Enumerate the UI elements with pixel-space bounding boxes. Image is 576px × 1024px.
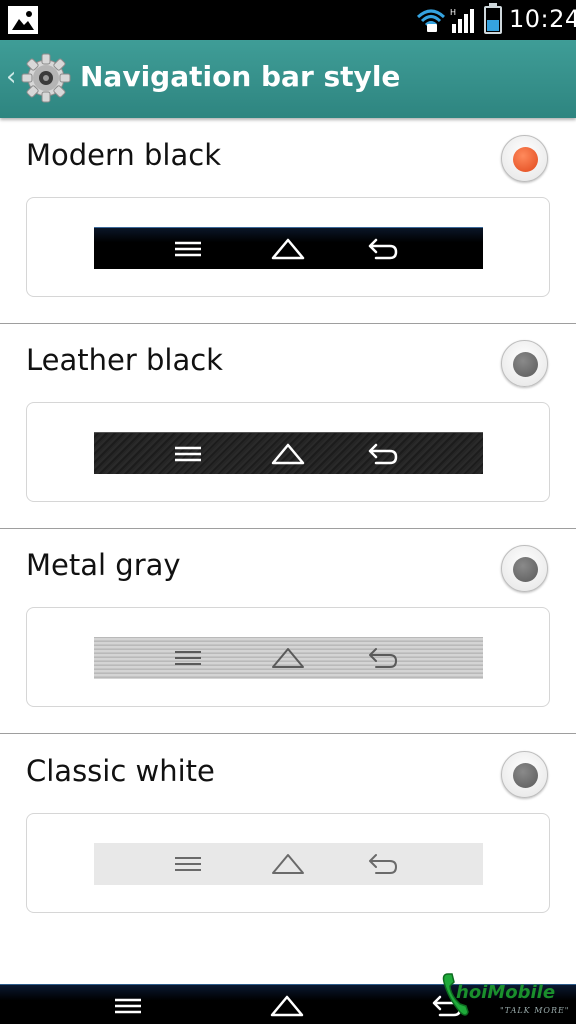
radio-button-leather-black[interactable] — [501, 340, 548, 387]
svg-text:H: H — [450, 8, 456, 17]
option-label: Modern black — [26, 138, 221, 172]
preview-leather-black[interactable] — [26, 402, 550, 502]
home-icon — [272, 854, 304, 874]
option-label: Leather black — [26, 343, 223, 377]
navbar-preview — [94, 432, 483, 474]
back-icon — [368, 443, 398, 465]
menu-icon — [175, 446, 201, 462]
radio-dot — [513, 352, 538, 377]
option-classic-white[interactable]: Classic white — [0, 734, 576, 940]
back-icon — [368, 238, 398, 260]
battery-icon — [484, 3, 502, 34]
home-icon[interactable] — [270, 993, 304, 1019]
status-bar: H 10:24 — [0, 0, 576, 40]
status-clock: 10:24 — [509, 5, 576, 33]
navbar-preview — [94, 843, 483, 885]
radio-button-classic-white[interactable] — [501, 751, 548, 798]
wifi-icon — [416, 8, 446, 36]
menu-icon — [175, 857, 201, 871]
action-bar: ‹ Navigation bar style — [0, 40, 576, 118]
option-leather-black[interactable]: Leather black — [0, 323, 576, 529]
signal-icon: H — [450, 6, 476, 38]
home-icon — [272, 648, 304, 668]
radio-button-modern-black[interactable] — [501, 135, 548, 182]
watermark-brand: hoiMobile — [456, 982, 556, 1003]
menu-icon — [175, 241, 201, 257]
radio-button-metal-gray[interactable] — [501, 545, 548, 592]
option-metal-gray[interactable]: Metal gray — [0, 528, 576, 734]
option-label: Metal gray — [26, 548, 181, 582]
gallery-notification-icon — [8, 6, 38, 34]
watermark-logo: hoiMobile "TALK MORE" — [440, 968, 576, 1024]
page-title: Navigation bar style — [80, 60, 401, 93]
preview-metal-gray[interactable] — [26, 607, 550, 707]
watermark-tagline: "TALK MORE" — [500, 1006, 570, 1015]
navbar-preview — [94, 227, 483, 269]
menu-icon[interactable] — [111, 993, 145, 1019]
settings-gear-icon[interactable] — [20, 52, 72, 104]
back-icon — [369, 854, 397, 874]
radio-dot — [513, 147, 538, 172]
radio-dot — [513, 763, 538, 788]
navbar-preview — [94, 637, 483, 679]
back-icon — [369, 648, 397, 668]
preview-modern-black[interactable] — [26, 197, 550, 297]
radio-dot — [513, 557, 538, 582]
option-label: Classic white — [26, 754, 215, 788]
up-navigation-icon[interactable]: ‹ — [6, 62, 16, 92]
home-icon — [271, 443, 305, 465]
preview-classic-white[interactable] — [26, 813, 550, 913]
option-modern-black[interactable]: Modern black — [0, 118, 576, 324]
menu-icon — [175, 651, 201, 665]
home-icon — [271, 238, 305, 260]
